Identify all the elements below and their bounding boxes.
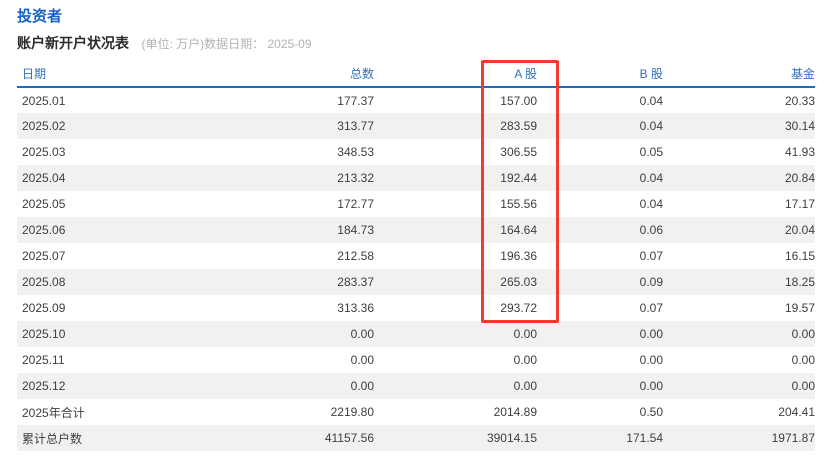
date-cell: 2025.11 (22, 353, 65, 367)
value-cell: 0.00 (350, 327, 374, 341)
value-cell: 0.07 (639, 249, 663, 263)
date-cell: 2025.08 (22, 275, 66, 289)
table-note: (单位: 万户)数据日期： 2025-09 (141, 37, 312, 51)
value-cell: 0.00 (513, 379, 537, 393)
value-cell: 0.07 (639, 301, 663, 315)
value-cell: 313.77 (337, 119, 374, 133)
table-row: 2025.09 313.36 293.72 0.07 19.57 (17, 295, 815, 321)
date-cell: 2025.12 (22, 379, 66, 393)
value-cell: 283.37 (337, 275, 374, 289)
value-cell: 1971.87 (771, 431, 815, 445)
value-cell: 0.00 (791, 353, 815, 367)
table-row: 2025.10 0.00 0.00 0.00 0.00 (17, 321, 815, 347)
table-row: 2025.02 313.77 283.59 0.04 30.14 (17, 113, 815, 139)
column-header-4: 基金 (663, 61, 815, 88)
table-row: 2025年合计 2219.80 2014.89 0.50 204.41 (17, 399, 815, 425)
value-cell: 20.04 (784, 223, 815, 237)
column-header-0: 日期 (17, 61, 198, 88)
value-cell: 172.77 (337, 197, 374, 211)
value-cell: 18.25 (784, 275, 815, 289)
table-row: 2025.03 348.53 306.55 0.05 41.93 (17, 139, 815, 165)
table-row: 2025.05 172.77 155.56 0.04 17.17 (17, 191, 815, 217)
value-cell: 0.00 (513, 327, 537, 341)
value-cell: 155.56 (500, 197, 537, 211)
table-title: 账户新开户状况表 (17, 35, 129, 51)
value-cell: 212.58 (337, 249, 374, 263)
value-cell: 0.00 (791, 379, 815, 393)
date-cell: 2025.04 (22, 171, 66, 185)
date-cell: 2025.01 (22, 93, 66, 108)
value-cell: 204.41 (778, 405, 815, 419)
value-cell: 0.04 (639, 171, 663, 185)
value-cell: 313.36 (337, 301, 374, 315)
value-cell: 19.57 (784, 301, 815, 315)
value-cell: 0.05 (639, 145, 663, 159)
page: 投资者 账户新开户状况表 (单位: 万户)数据日期： 2025-09 日期 总数 A… (0, 0, 829, 451)
value-cell: 0.04 (639, 197, 663, 211)
table-row: 2025.07 212.58 196.36 0.07 16.15 (17, 243, 815, 269)
value-cell: 0.00 (639, 327, 663, 341)
date-cell: 2025.03 (22, 145, 66, 159)
value-cell: 283.59 (500, 119, 537, 133)
value-cell: 0.04 (639, 93, 663, 108)
value-cell: 213.32 (337, 171, 374, 185)
value-cell: 20.33 (784, 93, 815, 108)
value-cell: 184.73 (337, 223, 374, 237)
column-header-3: B 股 (537, 61, 663, 88)
value-cell: 17.17 (784, 197, 815, 211)
date-cell: 累计总户数 (22, 431, 83, 446)
value-cell: 348.53 (337, 145, 374, 159)
value-cell: 306.55 (500, 145, 537, 159)
value-cell: 171.54 (626, 431, 663, 445)
value-cell: 0.50 (639, 405, 663, 419)
column-header-2: A 股 (374, 61, 537, 88)
date-cell: 2025.07 (22, 249, 66, 263)
value-cell: 16.15 (784, 249, 815, 263)
table-header-row: 日期 总数 A 股B 股基金 (17, 61, 815, 88)
value-cell: 0.00 (350, 379, 374, 393)
table-row: 2025.06 184.73 164.64 0.06 20.04 (17, 217, 815, 243)
table-row: 2025.01 177.37 157.00 0.04 20.33 (17, 87, 815, 113)
value-cell: 164.64 (500, 223, 537, 237)
table-row: 2025.08 283.37 265.03 0.09 18.25 (17, 269, 815, 295)
value-cell: 0.04 (639, 119, 663, 133)
table-body: 2025.01 177.37 157.00 0.04 20.33 2025.02 313.7… (17, 87, 815, 451)
account-table: 日期 总数 A 股B 股基金 2025.01 177.37 157.00 0.04 20.3… (17, 61, 815, 451)
value-cell: 20.84 (784, 171, 815, 185)
value-cell: 2014.89 (493, 405, 537, 419)
value-cell: 39014.15 (486, 431, 537, 445)
table-row: 2025.11 0.00 0.00 0.00 0.00 (17, 347, 815, 373)
value-cell: 0.00 (513, 353, 537, 367)
table-row: 2025.04 213.32 192.44 0.04 20.84 (17, 165, 815, 191)
value-cell: 293.72 (500, 301, 537, 315)
value-cell: 196.36 (500, 249, 537, 263)
date-cell: 2025.10 (22, 327, 66, 341)
value-cell: 157.00 (500, 93, 537, 108)
value-cell: 2219.80 (330, 405, 374, 419)
value-cell: 41.93 (784, 145, 815, 159)
value-cell: 0.09 (639, 275, 663, 289)
value-cell: 30.14 (784, 119, 815, 133)
date-cell: 2025.09 (22, 301, 66, 315)
date-cell: 2025.06 (22, 223, 66, 237)
date-cell: 2025.05 (22, 197, 66, 211)
value-cell: 0.00 (791, 327, 815, 341)
table-row: 2025.12 0.00 0.00 0.00 0.00 (17, 373, 815, 399)
value-cell: 0.00 (639, 379, 663, 393)
column-header-1: 总数 (198, 61, 374, 88)
value-cell: 0.00 (639, 353, 663, 367)
date-cell: 2025年合计 (22, 405, 85, 420)
date-cell: 2025.02 (22, 119, 66, 133)
table-caption: 账户新开户状况表 (单位: 万户)数据日期： 2025-09 (17, 35, 829, 53)
value-cell: 192.44 (500, 171, 537, 185)
table-row: 累计总户数 41157.56 39014.15 171.54 1971.87 (17, 425, 815, 451)
value-cell: 265.03 (500, 275, 537, 289)
value-cell: 0.06 (639, 223, 663, 237)
value-cell: 41157.56 (324, 431, 374, 445)
section-title: 投资者 (17, 8, 63, 25)
value-cell: 177.37 (337, 93, 374, 108)
value-cell: 0.00 (350, 353, 374, 367)
